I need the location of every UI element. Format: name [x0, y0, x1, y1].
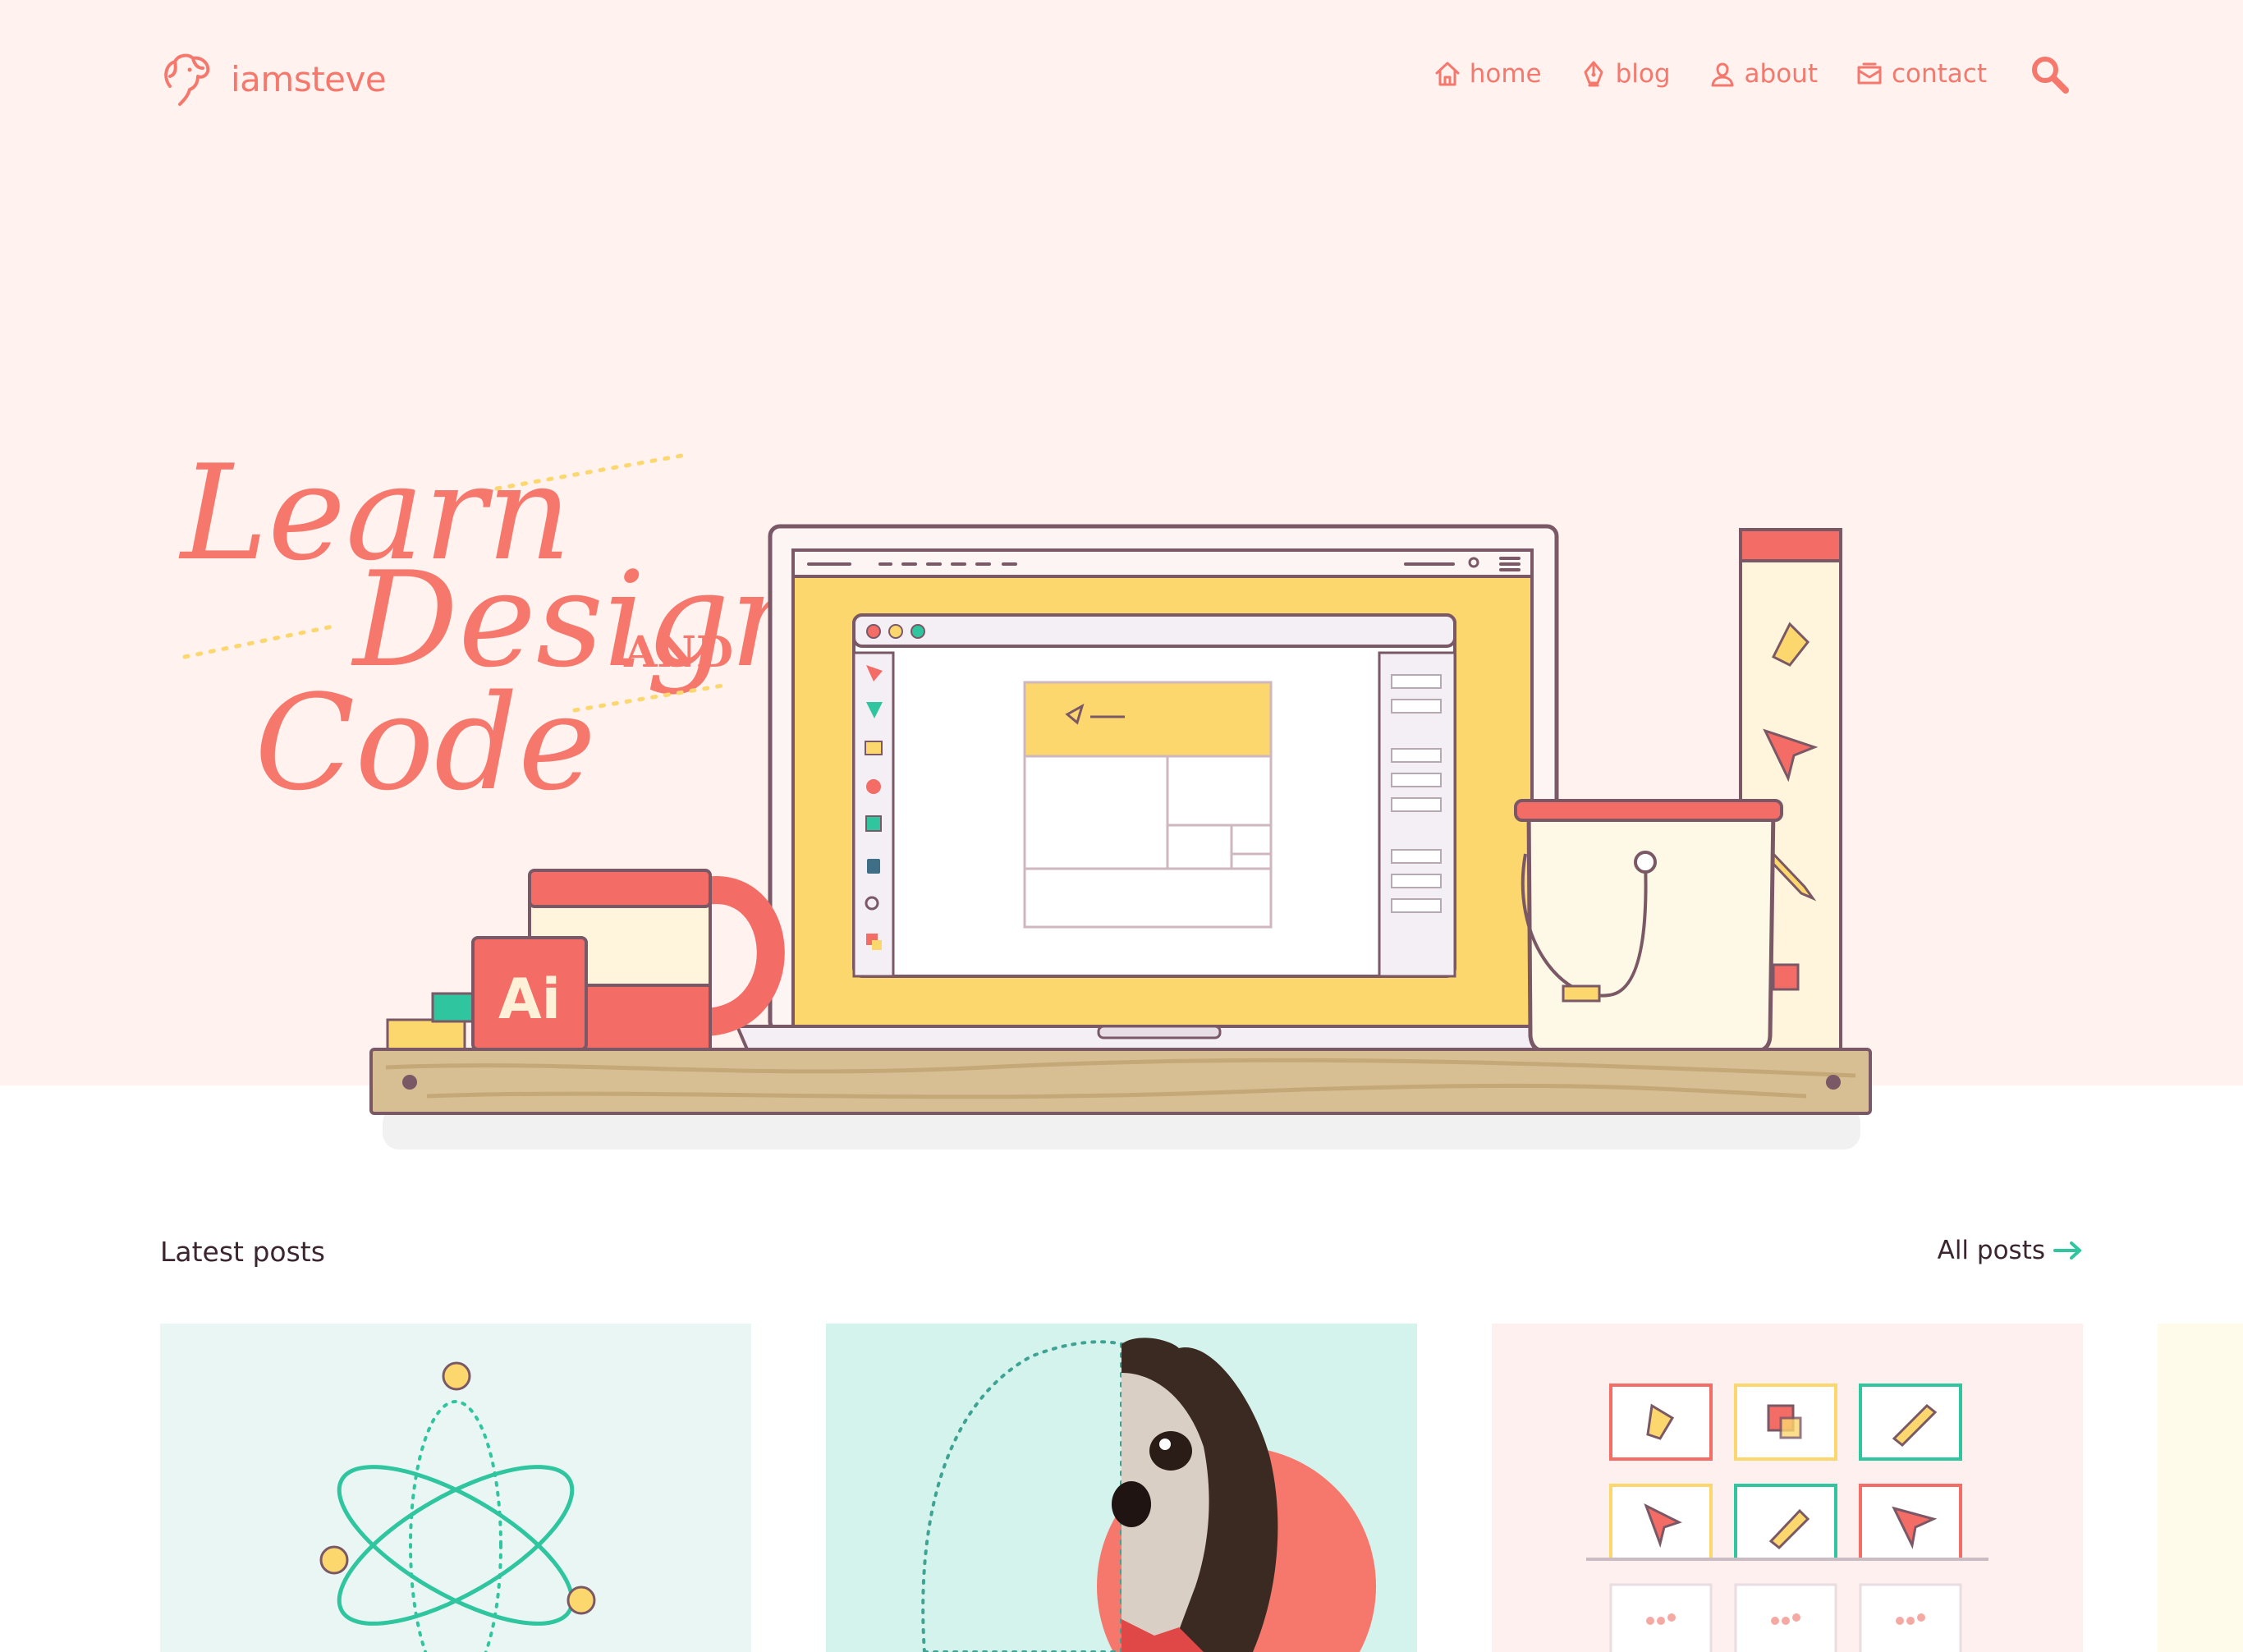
bucket	[1514, 799, 1783, 1053]
post-card[interactable]	[160, 1324, 751, 1652]
tool-icons-illustration	[1586, 1384, 1988, 1652]
home-icon	[1435, 62, 1460, 86]
nav-contact-label: contact	[1891, 59, 1987, 89]
user-icon	[1711, 62, 1734, 87]
post-card[interactable]	[826, 1324, 1417, 1652]
mail-icon	[1857, 62, 1882, 85]
hero-lettering: Learn Design AND Code	[178, 436, 814, 819]
arrow-right-icon	[2053, 1241, 2081, 1260]
teal-block	[431, 992, 477, 1023]
nav-home[interactable]: home	[1433, 59, 1542, 89]
logo-text: iamsteve	[231, 58, 387, 99]
nav-blog[interactable]: blog	[1580, 59, 1671, 89]
ai-badge-text: Ai	[498, 967, 561, 1032]
main-nav: home blog about contact	[1433, 53, 2071, 95]
hero-artwork: Learn Design AND Code Ai	[178, 436, 1872, 1150]
lettering-and: AND	[623, 627, 733, 677]
search-icon[interactable]	[2028, 53, 2071, 95]
hero-illustration: Learn Design AND Code Ai	[164, 411, 1888, 1166]
dog-logo-icon	[164, 53, 210, 106]
dog-illustration	[921, 1338, 1376, 1652]
atom-illustration	[319, 1361, 596, 1652]
wooden-shelf	[369, 1048, 1872, 1150]
site-header: iamsteve home blog about contact	[0, 0, 2243, 164]
latest-posts-title: Latest posts	[160, 1236, 325, 1268]
yellow-block	[386, 1018, 466, 1051]
site-logo[interactable]: iamsteve	[158, 48, 387, 110]
post-card[interactable]	[2158, 1324, 2243, 1652]
post-card[interactable]	[1492, 1324, 2083, 1652]
nav-home-label: home	[1469, 59, 1542, 89]
nav-contact[interactable]: contact	[1855, 59, 1987, 89]
nav-blog-label: blog	[1615, 59, 1671, 89]
nav-about-label: about	[1744, 59, 1818, 89]
laptop	[736, 524, 1594, 1051]
latest-posts-header: Latest posts All posts	[160, 1236, 2083, 1277]
lettering-code: Code	[255, 666, 596, 819]
nav-about[interactable]: about	[1709, 59, 1818, 89]
pen-nib-icon	[1584, 61, 1603, 87]
all-posts-label: All posts	[1937, 1236, 2045, 1265]
all-posts-link[interactable]: All posts	[1938, 1236, 2083, 1265]
